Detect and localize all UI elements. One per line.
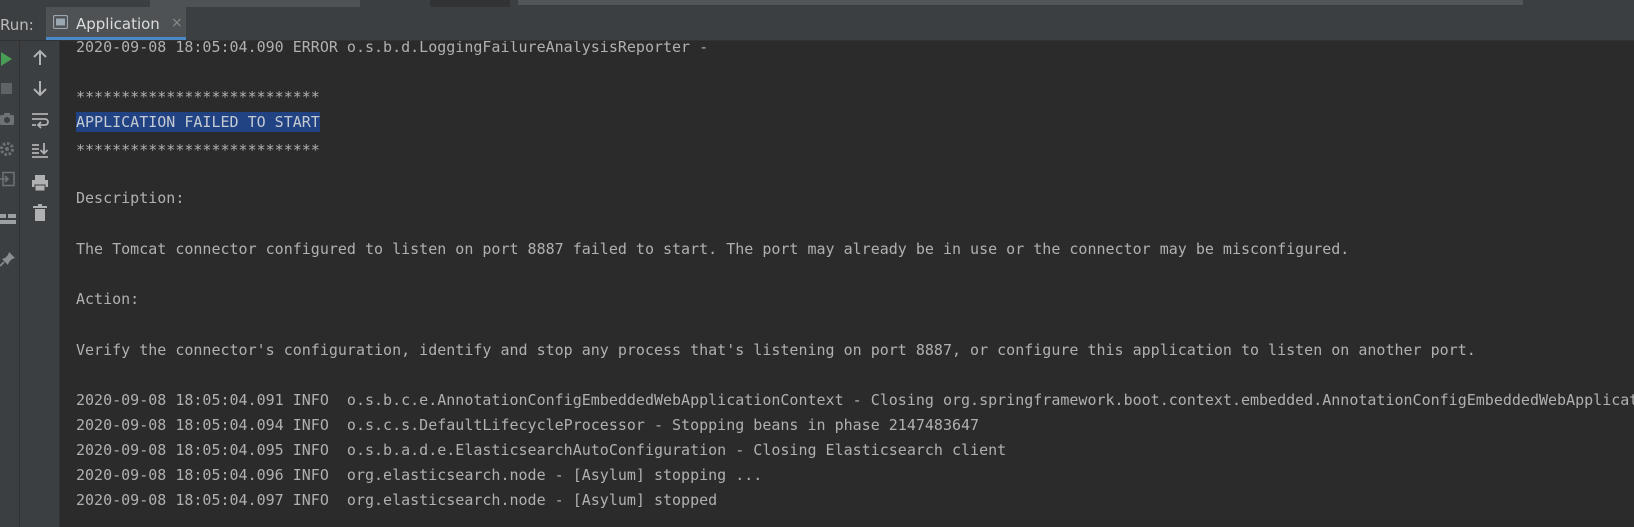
close-icon[interactable]: × bbox=[171, 16, 183, 30]
console-toolbar bbox=[20, 41, 60, 527]
print-icon[interactable] bbox=[31, 174, 49, 192]
scroll-to-end-icon[interactable] bbox=[31, 141, 49, 159]
console-line: 2020-09-08 18:05:04.095 INFO o.s.b.a.d.e… bbox=[76, 441, 1007, 459]
console-line: 2020-09-08 18:05:04.094 INFO o.s.c.s.Def… bbox=[76, 416, 980, 434]
stop-icon[interactable] bbox=[0, 81, 16, 97]
editor-scrollbar-remnant[interactable] bbox=[518, 0, 1523, 5]
console-line: 2020-09-08 18:05:04.090 ERROR o.s.b.d.Lo… bbox=[76, 41, 709, 56]
tab-application-label: Application bbox=[76, 15, 160, 33]
trash-icon[interactable] bbox=[31, 204, 49, 222]
soft-wrap-icon[interactable] bbox=[31, 111, 49, 129]
run-left-toolbar bbox=[0, 41, 20, 527]
application-icon bbox=[53, 15, 68, 29]
rerun-icon[interactable] bbox=[0, 51, 16, 67]
settings-icon[interactable] bbox=[0, 141, 16, 157]
console-line: 2020-09-08 18:05:04.097 INFO org.elastic… bbox=[76, 491, 718, 509]
console-line: 2020-09-08 18:05:04.096 INFO org.elastic… bbox=[76, 466, 763, 484]
console-line: Verify the connector's configuration, id… bbox=[76, 341, 1476, 359]
console-line-selected: APPLICATION FAILED TO START bbox=[76, 112, 320, 132]
pin-icon[interactable] bbox=[0, 251, 16, 267]
editor-tab-remnant bbox=[150, 0, 360, 7]
console-line: *************************** bbox=[76, 88, 320, 106]
arrow-down-icon[interactable] bbox=[31, 79, 49, 97]
exit-icon[interactable] bbox=[0, 171, 16, 187]
run-label: Run: bbox=[0, 16, 34, 34]
tab-application[interactable]: Application × bbox=[46, 7, 186, 40]
console-lines: 2020-09-08 18:05:04.090 ERROR o.s.b.d.Lo… bbox=[76, 41, 1634, 509]
console-line: 2020-09-08 18:05:04.091 INFO o.s.b.c.e.A… bbox=[76, 391, 1634, 409]
layout-icon[interactable] bbox=[0, 211, 16, 227]
camera-icon[interactable] bbox=[0, 111, 16, 127]
run-tool-window-header: Run: Application × bbox=[0, 7, 1634, 41]
console-line: *************************** bbox=[76, 141, 320, 159]
console-output[interactable]: 2020-09-08 18:05:04.090 ERROR o.s.b.d.Lo… bbox=[60, 41, 1634, 527]
console-line: The Tomcat connector configured to liste… bbox=[76, 240, 1350, 258]
console-line: Action: bbox=[76, 290, 140, 308]
arrow-up-icon[interactable] bbox=[31, 49, 49, 67]
console-line: Description: bbox=[76, 189, 185, 207]
editor-gutter-remnant bbox=[430, 0, 510, 7]
editor-top-strip bbox=[0, 0, 1634, 7]
